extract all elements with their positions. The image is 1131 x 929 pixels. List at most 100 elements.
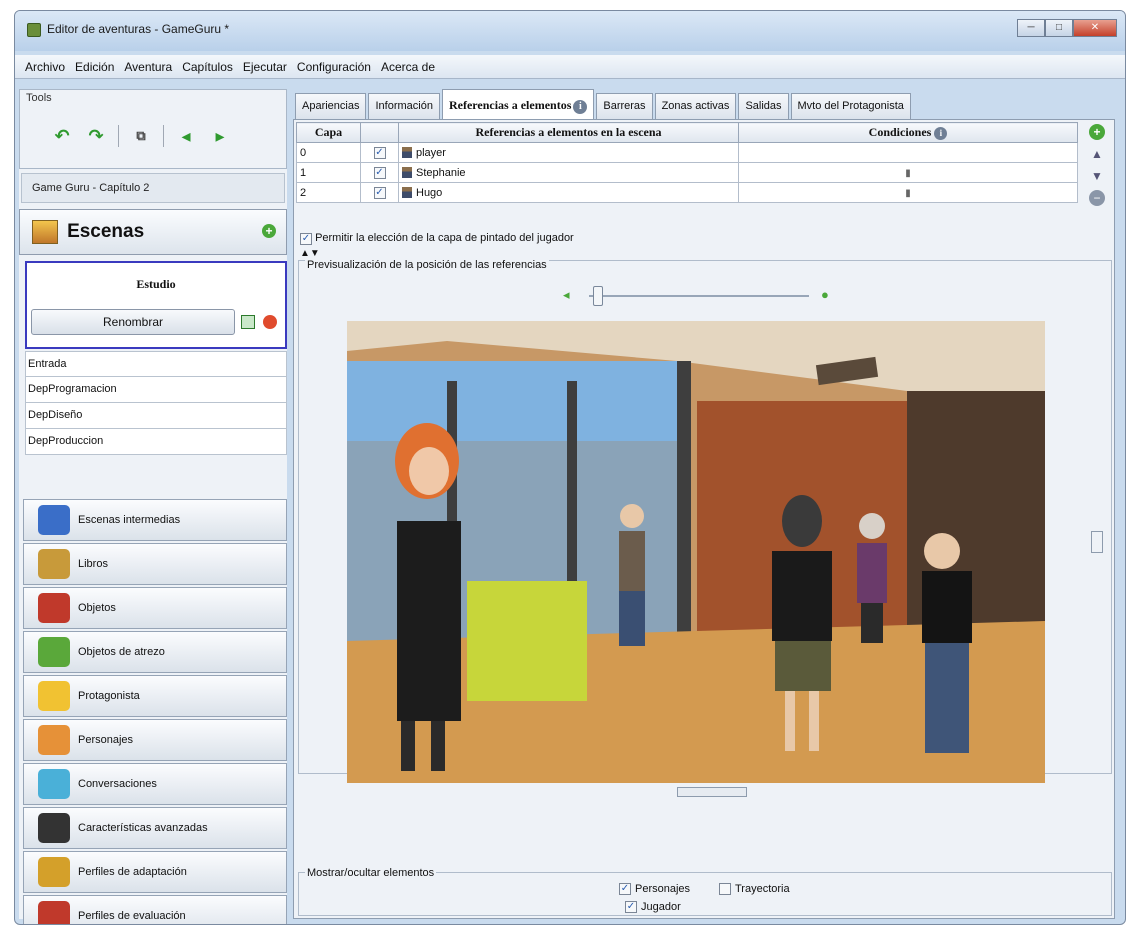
info-icon[interactable]: i — [934, 127, 948, 140]
row-reference: Hugo — [398, 182, 739, 203]
forward-icon[interactable]: ▸ — [208, 124, 232, 148]
tab-referencias[interactable]: Referencias a elementos i — [441, 89, 595, 119]
menu-acerca-de[interactable]: Acerca de — [381, 60, 435, 74]
conditions-icon[interactable]: ▮ — [905, 168, 911, 179]
move-down-icon[interactable]: ▼ — [1089, 168, 1105, 184]
scene-item[interactable]: DepProduccion — [25, 429, 287, 455]
copy-icon[interactable]: ⧉ — [129, 124, 153, 148]
info-icon[interactable]: i — [573, 100, 588, 114]
table-row[interactable]: 2 ✓ Hugo ▮ — [296, 182, 1078, 203]
tab-barreras[interactable]: Barreras — [596, 93, 653, 119]
table-row[interactable]: 1 ✓ Stephanie ▮ — [296, 162, 1078, 183]
maximize-button[interactable]: □ — [1045, 19, 1073, 37]
minimize-button[interactable]: ─ — [1017, 19, 1045, 37]
visible-checkbox[interactable]: ✓ — [373, 167, 386, 179]
tab-mvto-protagonista[interactable]: Mvto del Protagonista — [790, 93, 911, 119]
jugador-option[interactable]: ✓ Jugador — [625, 901, 681, 914]
delete-icon[interactable] — [263, 315, 277, 329]
move-up-icon[interactable]: ▲ — [1089, 146, 1105, 162]
close-button[interactable]: ✕ — [1073, 19, 1117, 37]
row-conditions[interactable] — [738, 142, 1078, 163]
tool-separator — [163, 125, 164, 147]
header-capa[interactable]: Capa — [296, 122, 361, 143]
category-escenas-intermedias[interactable]: Escenas intermedias — [23, 499, 287, 541]
add-reference-icon[interactable]: + — [1089, 124, 1105, 140]
menu-aventura[interactable]: Aventura — [124, 60, 172, 74]
zoom-track[interactable] — [589, 295, 809, 297]
row-visible[interactable]: ✓ — [360, 182, 399, 203]
row-capa: 0 — [296, 142, 361, 163]
category-perfiles-adaptacion[interactable]: Perfiles de adaptación — [23, 851, 287, 893]
category-libros[interactable]: Libros — [23, 543, 287, 585]
tab-referencias-label: Referencias a elementos — [448, 98, 572, 112]
personajes-checkbox[interactable]: ✓ — [619, 883, 631, 896]
redo-icon[interactable]: ↷ — [84, 124, 108, 148]
duplicate-icon[interactable] — [241, 315, 255, 329]
menu-configuracion[interactable]: Configuración — [297, 60, 371, 74]
menu-archivo[interactable]: Archivo — [25, 60, 65, 74]
header-referencias[interactable]: Referencias a elementos en la escena — [398, 122, 739, 143]
trayectoria-option[interactable]: Trayectoria — [719, 883, 790, 896]
permit-layer-option[interactable]: ✓ Permitir la elección de la capa de pin… — [300, 232, 574, 245]
scenes-header[interactable]: Escenas + — [19, 209, 287, 255]
personajes-option[interactable]: ✓ Personajes — [619, 883, 690, 896]
zoom-slider[interactable]: ◂ ● — [549, 285, 849, 306]
category-label: Características avanzadas — [78, 822, 208, 834]
visible-checkbox[interactable]: ✓ — [373, 147, 386, 159]
scene-item[interactable]: DepDiseño — [25, 403, 287, 429]
delete-reference-icon[interactable]: − — [1089, 190, 1105, 206]
conditions-icon[interactable]: ▮ — [905, 188, 911, 199]
back-icon[interactable]: ◂ — [174, 124, 198, 148]
category-perfiles-evaluacion[interactable]: Perfiles de evaluación — [23, 895, 287, 924]
category-label: Escenas intermedias — [78, 514, 181, 526]
app-icon — [27, 23, 41, 37]
tab-informacion[interactable]: Información — [368, 93, 440, 119]
header-condiciones[interactable]: Condiciones i — [738, 122, 1078, 143]
row-conditions[interactable]: ▮ — [738, 182, 1078, 203]
zoom-out-icon[interactable]: ◂ — [563, 287, 570, 303]
category-objetos-atrezo[interactable]: Objetos de atrezo — [23, 631, 287, 673]
books-icon — [38, 549, 70, 579]
trayectoria-label: Trayectoria — [735, 883, 790, 895]
jugador-checkbox[interactable]: ✓ — [625, 901, 637, 914]
category-caracteristicas-avanzadas[interactable]: Características avanzadas — [23, 807, 287, 849]
tab-salidas[interactable]: Salidas — [738, 93, 789, 119]
vertical-scroll-thumb[interactable] — [1091, 531, 1103, 553]
scene-preview-image[interactable] — [347, 321, 1045, 783]
add-scene-icon[interactable]: + — [262, 224, 276, 238]
character-icon — [402, 187, 412, 199]
vertical-scrollbar[interactable] — [1091, 321, 1103, 781]
character-icon — [402, 147, 412, 159]
menu-capitulos[interactable]: Capítulos — [182, 60, 233, 74]
table-row[interactable]: 0 ✓ player — [296, 142, 1078, 163]
category-personajes[interactable]: Personajes — [23, 719, 287, 761]
zoom-thumb[interactable] — [593, 286, 603, 306]
horizontal-scroll-thumb[interactable] — [677, 787, 747, 797]
references-table: Capa Referencias a elementos en la escen… — [296, 122, 1078, 203]
category-conversaciones[interactable]: Conversaciones — [23, 763, 287, 805]
visible-checkbox[interactable]: ✓ — [373, 187, 386, 199]
scene-item[interactable]: Entrada — [25, 351, 287, 377]
category-objetos[interactable]: Objetos — [23, 587, 287, 629]
trayectoria-checkbox[interactable] — [719, 883, 731, 896]
horizontal-scrollbar[interactable] — [313, 785, 1103, 799]
category-protagonista[interactable]: Protagonista — [23, 675, 287, 717]
row-visible[interactable]: ✓ — [360, 142, 399, 163]
project-title[interactable]: Game Guru - Capítulo 2 — [21, 173, 285, 203]
menu-edicion[interactable]: Edición — [75, 60, 114, 74]
row-visible[interactable]: ✓ — [360, 162, 399, 183]
rename-button[interactable]: Renombrar — [31, 309, 235, 335]
menu-ejecutar[interactable]: Ejecutar — [243, 60, 287, 74]
scene-item[interactable]: DepProgramacion — [25, 377, 287, 403]
tab-zonas-activas[interactable]: Zonas activas — [654, 93, 737, 119]
left-sidebar: Tools ↶ ↷ ⧉ ◂ ▸ Game Guru - Capítulo 2 E… — [19, 89, 287, 924]
zoom-in-icon[interactable]: ● — [821, 287, 829, 302]
tab-apariencias[interactable]: Apariencias — [295, 93, 367, 119]
evaluation-icon — [38, 901, 70, 924]
row-conditions[interactable]: ▮ — [738, 162, 1078, 183]
permit-layer-checkbox[interactable]: ✓ — [300, 233, 312, 245]
collapse-arrows-icon[interactable]: ▲▼ — [300, 248, 320, 259]
undo-icon[interactable]: ↶ — [50, 124, 74, 148]
selected-scene[interactable]: Estudio Renombrar — [25, 261, 287, 349]
main-area: Apariencias Información Referencias a el… — [293, 89, 1117, 919]
